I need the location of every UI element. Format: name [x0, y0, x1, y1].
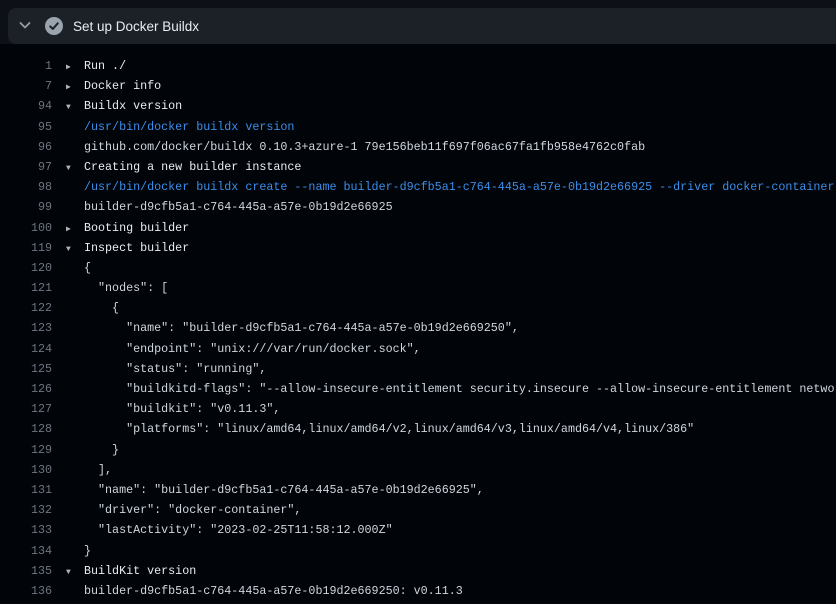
triangle-right-icon[interactable]: ▶: [52, 220, 84, 240]
triangle-down-icon[interactable]: ▼: [52, 240, 84, 260]
line-number[interactable]: 95: [0, 117, 52, 137]
log-group-line[interactable]: 7▶Docker info: [0, 76, 836, 96]
line-number[interactable]: 94: [0, 96, 52, 116]
line-number[interactable]: 1: [0, 56, 52, 76]
step-title: Set up Docker Buildx: [73, 19, 199, 34]
log-line: 133 "lastActivity": "2023-02-25T11:58:12…: [0, 520, 836, 540]
output-text: "name": "builder-d9cfb5a1-c764-445a-a57e…: [84, 483, 484, 497]
group-title: Creating a new builder instance: [84, 160, 301, 174]
output-text: builder-d9cfb5a1-c764-445a-a57e-0b19d2e6…: [84, 584, 463, 598]
line-number[interactable]: 130: [0, 460, 52, 480]
line-number[interactable]: 123: [0, 318, 52, 338]
log-group-line[interactable]: 100▶Booting builder: [0, 218, 836, 238]
output-text: "nodes": [: [84, 281, 168, 295]
command-text: /usr/bin/docker buildx version: [84, 120, 294, 134]
line-number[interactable]: 124: [0, 339, 52, 359]
line-number[interactable]: 129: [0, 440, 52, 460]
line-number[interactable]: 121: [0, 278, 52, 298]
line-number[interactable]: 7: [0, 76, 52, 96]
line-number[interactable]: 125: [0, 359, 52, 379]
log-line: 96 github.com/docker/buildx 0.10.3+azure-…: [0, 137, 836, 157]
output-text: {: [84, 261, 91, 275]
output-text: ],: [84, 463, 112, 477]
line-number[interactable]: 131: [0, 480, 52, 500]
line-number[interactable]: 132: [0, 500, 52, 520]
log-line: 132 "driver": "docker-container",: [0, 500, 836, 520]
log-group-line[interactable]: 94▼Buildx version: [0, 96, 836, 116]
output-text: "driver": "docker-container",: [84, 503, 301, 517]
log-line: 126 "buildkitd-flags": "--allow-insecure…: [0, 379, 836, 399]
output-text: "lastActivity": "2023-02-25T11:58:12.000…: [84, 523, 393, 537]
output-text: "endpoint": "unix:///var/run/docker.sock…: [84, 342, 421, 356]
log-line: 98/usr/bin/docker buildx create --name b…: [0, 177, 836, 197]
output-text: github.com/docker/buildx 0.10.3+azure-1 …: [84, 140, 645, 154]
chevron-down-icon: [17, 17, 33, 36]
log-group-line[interactable]: 135▼BuildKit version: [0, 561, 836, 581]
log-line: 123 "name": "builder-d9cfb5a1-c764-445a-…: [0, 318, 836, 338]
log-line: 129 }: [0, 440, 836, 460]
log-line: 134}: [0, 541, 836, 561]
log-line: 125 "status": "running",: [0, 359, 836, 379]
output-text: "name": "builder-d9cfb5a1-c764-445a-a57e…: [84, 321, 519, 335]
check-circle-icon: [45, 17, 63, 35]
log-line: 127 "buildkit": "v0.11.3",: [0, 399, 836, 419]
output-text: builder-d9cfb5a1-c764-445a-a57e-0b19d2e6…: [84, 200, 393, 214]
group-title: Docker info: [84, 79, 161, 93]
log-line: 99 builder-d9cfb5a1-c764-445a-a57e-0b19d2…: [0, 197, 836, 217]
group-title: Booting builder: [84, 221, 189, 235]
output-text: {: [84, 301, 119, 315]
log-group-line[interactable]: 97▼Creating a new builder instance: [0, 157, 836, 177]
log-line: 95/usr/bin/docker buildx version: [0, 117, 836, 137]
line-number[interactable]: 122: [0, 298, 52, 318]
collapse-step-button[interactable]: [12, 13, 38, 39]
line-number[interactable]: 136: [0, 581, 52, 601]
triangle-down-icon[interactable]: ▼: [52, 98, 84, 118]
line-number[interactable]: 134: [0, 541, 52, 561]
group-title: Inspect builder: [84, 241, 189, 255]
line-number[interactable]: 98: [0, 177, 52, 197]
group-title: BuildKit version: [84, 564, 196, 578]
output-text: "buildkitd-flags": "--allow-insecure-ent…: [84, 382, 836, 396]
group-title: Buildx version: [84, 99, 182, 113]
line-number[interactable]: 120: [0, 258, 52, 278]
line-number[interactable]: 100: [0, 218, 52, 238]
log-output: 1▶Run ./7▶Docker info94▼Buildx version95…: [0, 44, 836, 604]
line-number[interactable]: 135: [0, 561, 52, 581]
log-line: 121 "nodes": [: [0, 278, 836, 298]
line-number[interactable]: 99: [0, 197, 52, 217]
step-header[interactable]: Set up Docker Buildx: [8, 8, 836, 44]
output-text: "buildkit": "v0.11.3",: [84, 402, 280, 416]
output-text: }: [84, 443, 119, 457]
log-line: 124 "endpoint": "unix:///var/run/docker.…: [0, 339, 836, 359]
log-line: 128 "platforms": "linux/amd64,linux/amd6…: [0, 419, 836, 439]
command-text: /usr/bin/docker buildx create --name bui…: [84, 180, 834, 194]
log-line: 131 "name": "builder-d9cfb5a1-c764-445a-…: [0, 480, 836, 500]
line-number[interactable]: 128: [0, 419, 52, 439]
triangle-right-icon[interactable]: ▶: [52, 58, 84, 78]
output-text: "status": "running",: [84, 362, 266, 376]
line-number[interactable]: 126: [0, 379, 52, 399]
log-group-line[interactable]: 119▼Inspect builder: [0, 238, 836, 258]
output-text: }: [84, 544, 91, 558]
triangle-down-icon[interactable]: ▼: [52, 563, 84, 583]
line-number[interactable]: 127: [0, 399, 52, 419]
output-text: "platforms": "linux/amd64,linux/amd64/v2…: [84, 422, 694, 436]
log-line: 122 {: [0, 298, 836, 318]
line-number[interactable]: 119: [0, 238, 52, 258]
log-line: 130 ],: [0, 460, 836, 480]
triangle-down-icon[interactable]: ▼: [52, 159, 84, 179]
group-title: Run ./: [84, 59, 126, 73]
log-line: 120 {: [0, 258, 836, 278]
log-line: 136 builder-d9cfb5a1-c764-445a-a57e-0b19d…: [0, 581, 836, 601]
line-number[interactable]: 133: [0, 520, 52, 540]
triangle-right-icon[interactable]: ▶: [52, 78, 84, 98]
line-number[interactable]: 97: [0, 157, 52, 177]
line-number[interactable]: 96: [0, 137, 52, 157]
log-group-line[interactable]: 1▶Run ./: [0, 56, 836, 76]
